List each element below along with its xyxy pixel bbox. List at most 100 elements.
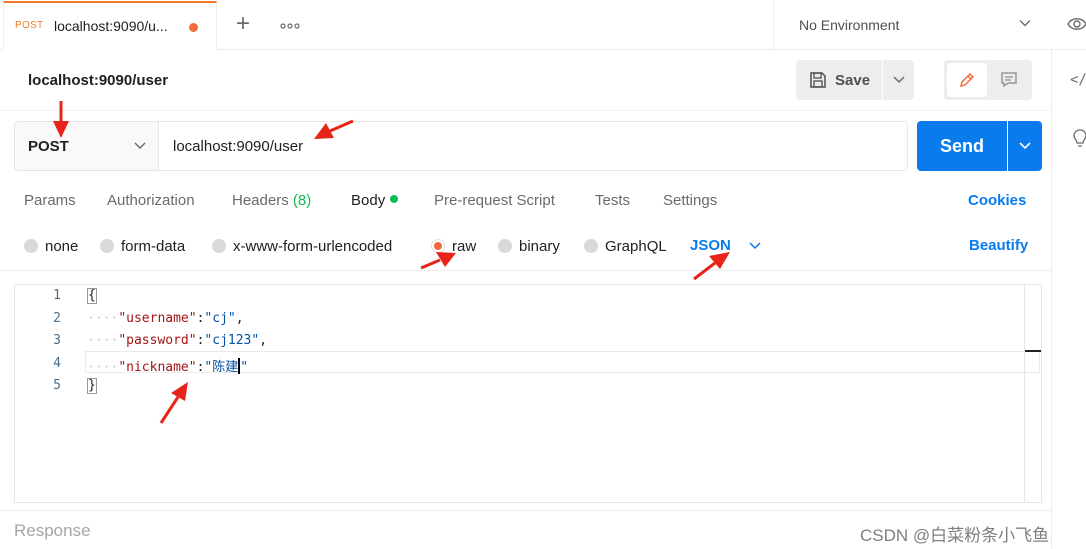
beautify-button[interactable]: Beautify <box>969 237 1028 254</box>
divider <box>0 510 1051 511</box>
save-icon <box>810 72 826 88</box>
chevron-down-icon <box>1019 20 1031 27</box>
code-line: { <box>87 288 97 304</box>
code-line: } <box>87 378 97 394</box>
divider <box>0 110 1051 111</box>
radio-form-data[interactable]: form-data <box>100 238 186 255</box>
radio-graphql-label: GraphQL <box>605 238 667 255</box>
radio-raw-label: raw <box>452 238 477 255</box>
radio-urlencoded[interactable]: x-www-form-urlencoded <box>212 238 393 255</box>
watermark: CSDN @白菜粉条小飞鱼 <box>860 526 1050 545</box>
code-line: ····"nickname":"陈建 " <box>87 356 248 375</box>
tab-body[interactable]: Body <box>351 192 399 209</box>
chevron-down-icon <box>893 76 905 84</box>
chevron-down-icon <box>1019 142 1031 150</box>
save-label: Save <box>835 72 871 89</box>
scrollbar-position-marker <box>1025 350 1041 352</box>
headers-count: (8) <box>292 192 312 209</box>
radio-binary-label: binary <box>519 238 560 255</box>
body-editor[interactable]: 1 2 3 4 5 { ····"username":"cj", ····"pa… <box>14 284 1042 503</box>
json-comma: , <box>259 333 268 348</box>
radio-circle-icon <box>498 239 512 253</box>
unsaved-dot-icon <box>189 23 198 32</box>
tab-method-label: POST <box>15 20 44 31</box>
tab-params[interactable]: Params <box>24 192 76 209</box>
line-number: 4 <box>53 356 61 371</box>
tab-prerequest-script[interactable]: Pre-request Script <box>434 192 555 209</box>
indent-guide: ···· <box>87 311 119 326</box>
json-key: "username" <box>118 311 197 326</box>
radio-circle-icon <box>24 239 38 253</box>
arrow-annotation-raw <box>420 252 456 270</box>
chevron-down-icon <box>134 142 146 149</box>
indent-guide: ···· <box>87 333 119 348</box>
lightbulb-icon[interactable] <box>1070 128 1086 148</box>
view-toggle <box>944 60 1032 100</box>
request-tab[interactable]: POST localhost:9090/u... <box>3 1 217 50</box>
pencil-icon <box>959 72 975 88</box>
more-tabs-button[interactable] <box>276 10 304 40</box>
body-status-dot-icon <box>390 195 399 203</box>
json-key: "password" <box>118 333 197 348</box>
comments-mode-button[interactable] <box>989 63 1029 97</box>
open-brace: { <box>87 288 97 304</box>
method-label: POST <box>28 138 69 155</box>
ellipsis-icon <box>280 23 300 29</box>
save-button[interactable]: Save <box>796 60 882 100</box>
line-number: 1 <box>53 288 61 303</box>
tab-headers-label: Headers <box>232 192 289 209</box>
send-button[interactable]: Send <box>917 121 1007 171</box>
line-number: 2 <box>53 311 61 326</box>
radio-circle-icon <box>100 239 114 253</box>
line-number: 5 <box>53 378 61 393</box>
tab-bar: POST localhost:9090/u... + No Environmen… <box>0 0 1086 50</box>
arrow-annotation-json <box>693 252 730 281</box>
tab-settings[interactable]: Settings <box>663 192 717 209</box>
tab-tests[interactable]: Tests <box>595 192 630 209</box>
new-tab-button[interactable]: + <box>228 10 258 40</box>
radio-graphql[interactable]: GraphQL <box>584 238 667 255</box>
edit-mode-button[interactable] <box>947 63 987 97</box>
tab-title: localhost:9090/u... <box>54 18 168 34</box>
radio-circle-icon <box>212 239 226 253</box>
tab-headers[interactable]: Headers (8) <box>232 192 311 209</box>
radio-selected-icon <box>431 239 445 253</box>
code-line: ····"username":"cj", <box>87 311 244 326</box>
json-value: "cj123" <box>204 333 260 348</box>
url-bar: POST localhost:9090/user <box>14 121 908 171</box>
line-number: 3 <box>53 333 61 348</box>
url-input[interactable]: localhost:9090/user <box>173 138 873 155</box>
code-line: ····"password":"cj123", <box>87 333 267 348</box>
method-select[interactable]: POST <box>15 122 159 170</box>
chevron-down-icon[interactable] <box>748 240 762 252</box>
json-comma: , <box>235 311 244 326</box>
radio-circle-icon <box>584 239 598 253</box>
tab-body-label: Body <box>351 192 386 209</box>
radio-binary[interactable]: binary <box>498 238 560 255</box>
close-brace: } <box>87 378 97 394</box>
radio-none-label: none <box>45 238 79 255</box>
body-format-select[interactable]: JSON <box>690 237 731 254</box>
response-label[interactable]: Response <box>14 521 91 541</box>
environment-select[interactable]: No Environment <box>773 0 1050 50</box>
radio-urlencoded-label: x-www-form-urlencoded <box>233 238 393 255</box>
json-value: "陈建 <box>204 360 239 375</box>
json-quote: " <box>240 360 249 375</box>
radio-none[interactable]: none <box>24 238 79 255</box>
cookies-link[interactable]: Cookies <box>968 192 1026 209</box>
divider <box>0 270 1051 271</box>
editor-scrollbar[interactable] <box>1024 285 1025 502</box>
radio-raw[interactable]: raw <box>431 238 477 255</box>
send-options-button[interactable] <box>1008 121 1042 171</box>
json-value: "cj" <box>204 311 236 326</box>
eye-icon[interactable] <box>1066 13 1086 35</box>
environment-label: No Environment <box>799 17 900 33</box>
radio-form-data-label: form-data <box>121 238 186 255</box>
tab-authorization[interactable]: Authorization <box>107 192 195 209</box>
json-key: "nickname" <box>118 360 197 375</box>
request-title: localhost:9090/user <box>28 72 169 89</box>
right-sidebar: </ <box>1051 50 1086 549</box>
indent-guide: ···· <box>87 360 119 375</box>
code-icon[interactable]: </ <box>1070 72 1086 88</box>
save-options-button[interactable] <box>883 60 914 100</box>
